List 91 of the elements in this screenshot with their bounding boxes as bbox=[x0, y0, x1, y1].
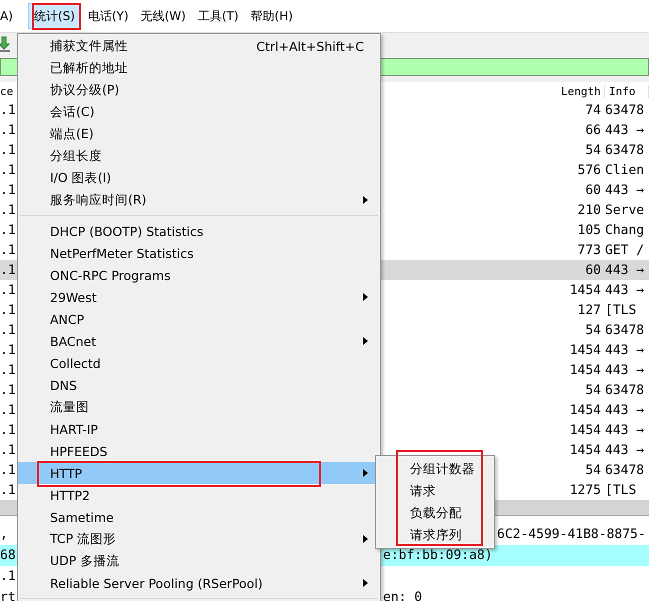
table-cell-text: 443 → bbox=[605, 342, 646, 358]
table-cell-text: .1 bbox=[0, 162, 17, 178]
table-cell-text: 773 bbox=[576, 242, 602, 258]
table-cell-text: 105 bbox=[576, 222, 602, 238]
table-cell-text: 54 bbox=[584, 142, 602, 158]
detail-text: e:bf:bb:09:a8) bbox=[383, 548, 493, 563]
table-cell-text: .1 bbox=[0, 282, 17, 298]
table-cell-text: 60 bbox=[584, 182, 602, 198]
submenu-arrow-icon bbox=[363, 337, 368, 345]
menu-title[interactable]: 电话(Y) bbox=[82, 4, 134, 28]
menu-item[interactable]: Collectd bbox=[18, 352, 380, 374]
column-header[interactable]: Length bbox=[557, 84, 605, 98]
detail-text: , bbox=[0, 527, 8, 542]
menu-item[interactable]: ANCP bbox=[18, 308, 380, 330]
table-cell-text: 1454 bbox=[568, 362, 602, 378]
table-cell-text: 63478 bbox=[605, 142, 646, 158]
table-cell-text: 54 bbox=[584, 322, 602, 338]
menu-item[interactable]: I/O 图表(I) bbox=[18, 167, 380, 189]
submenu-arrow-icon bbox=[363, 293, 368, 301]
table-cell-text: 443 → bbox=[605, 362, 646, 378]
table-cell-text: 127 bbox=[576, 302, 602, 318]
menu-item[interactable]: 分组长度 bbox=[18, 145, 380, 167]
menu-item[interactable]: 29West bbox=[18, 286, 380, 308]
menu-title[interactable]: 无线(W) bbox=[136, 4, 191, 28]
detail-text: 68 bbox=[0, 548, 16, 563]
menu-item[interactable]: 会话(C) bbox=[18, 101, 380, 123]
table-cell-text: 66 bbox=[584, 122, 602, 138]
table-cell-text: 210 bbox=[576, 202, 602, 218]
menu-item[interactable]: 捕获文件属性 Ctrl+Alt+Shift+C bbox=[18, 35, 380, 57]
table-cell-text: 63478 bbox=[605, 102, 646, 118]
menu-item[interactable]: 负载分配 bbox=[376, 502, 494, 524]
table-cell-text: 1454 bbox=[568, 402, 602, 418]
detail-text: 6C2-4599-41B8-8875- bbox=[497, 527, 646, 542]
table-cell-text: .1 bbox=[0, 302, 17, 318]
table-cell-text: [TLS bbox=[605, 482, 638, 498]
menu-item[interactable]: 协议分级(P) bbox=[18, 79, 380, 101]
menu-item[interactable]: 已解析的地址 bbox=[18, 57, 380, 79]
table-cell-text: Clien bbox=[605, 162, 646, 178]
table-cell-text: 443 → bbox=[605, 262, 646, 278]
table-cell-text: 443 → bbox=[605, 442, 646, 458]
detail-text: en: 0 bbox=[383, 590, 422, 601]
table-cell-text: 1454 bbox=[568, 282, 602, 298]
menu-item[interactable]: Reliable Server Pooling (RSerPool) bbox=[18, 572, 380, 594]
table-cell-text: 1275 bbox=[568, 482, 602, 498]
table-cell-text: .1 bbox=[0, 202, 17, 218]
table-cell-text: 1454 bbox=[568, 422, 602, 438]
table-cell-text: 443 → bbox=[605, 402, 646, 418]
table-cell-text: 74 bbox=[584, 102, 602, 118]
submenu-arrow-icon bbox=[363, 469, 368, 477]
submenu-arrow-icon bbox=[363, 579, 368, 587]
menu-item[interactable]: ONC-RPC Programs bbox=[18, 264, 380, 286]
menu-item[interactable]: 服务响应时间(R) bbox=[18, 189, 380, 211]
menu-title[interactable]: A) bbox=[0, 4, 18, 28]
table-cell-text: 60 bbox=[584, 262, 602, 278]
menu-title[interactable]: 帮助(H) bbox=[246, 4, 298, 28]
detail-text: rt bbox=[0, 590, 16, 601]
menu-item[interactable]: DNS bbox=[18, 374, 380, 396]
table-cell-text: 443 → bbox=[605, 282, 646, 298]
table-cell-text: .1 bbox=[0, 322, 17, 338]
table-cell-text: 63478 bbox=[605, 462, 646, 478]
table-cell-text: .1 bbox=[0, 262, 17, 278]
submenu-arrow-icon bbox=[363, 535, 368, 543]
table-cell-text: 443 → bbox=[605, 422, 646, 438]
menu-item[interactable]: BACnet bbox=[18, 330, 380, 352]
table-cell-text: .1 bbox=[0, 182, 17, 198]
table-cell-text: [TLS bbox=[605, 302, 638, 318]
detail-text: .1 bbox=[0, 569, 16, 584]
table-cell-text: 443 → bbox=[605, 122, 646, 138]
table-cell-text: 1454 bbox=[568, 342, 602, 358]
table-cell-text: Chang bbox=[605, 222, 646, 238]
menu-item[interactable]: NetPerfMeter Statistics bbox=[18, 242, 380, 264]
table-cell-text: 63478 bbox=[605, 382, 646, 398]
table-cell-text: GET / bbox=[605, 242, 646, 258]
menu-title[interactable]: 工具(T) bbox=[192, 4, 244, 28]
table-cell-text: 1454 bbox=[568, 442, 602, 458]
column-header[interactable]: Info bbox=[605, 84, 649, 98]
menu-item[interactable]: 端点(E) bbox=[18, 123, 380, 145]
table-cell-text: 443 → bbox=[605, 182, 646, 198]
menu-item[interactable]: UDP 多播流 bbox=[18, 550, 380, 572]
table-cell-text: 54 bbox=[584, 462, 602, 478]
table-cell-text: .1 bbox=[0, 342, 17, 358]
menu-item[interactable]: 流量图 bbox=[18, 396, 380, 418]
download-icon[interactable] bbox=[0, 36, 10, 52]
table-cell-text: 63478 bbox=[605, 322, 646, 338]
table-cell-text: 54 bbox=[584, 382, 602, 398]
table-cell-text: 576 bbox=[576, 162, 602, 178]
submenu-arrow-icon bbox=[363, 196, 368, 204]
menu-item[interactable]: DHCP (BOOTP) Statistics bbox=[18, 220, 380, 242]
menu-title[interactable]: 统计(S) bbox=[28, 3, 81, 29]
menu-item[interactable]: HART-IP bbox=[18, 418, 380, 440]
table-cell-text: Serve bbox=[605, 202, 646, 218]
